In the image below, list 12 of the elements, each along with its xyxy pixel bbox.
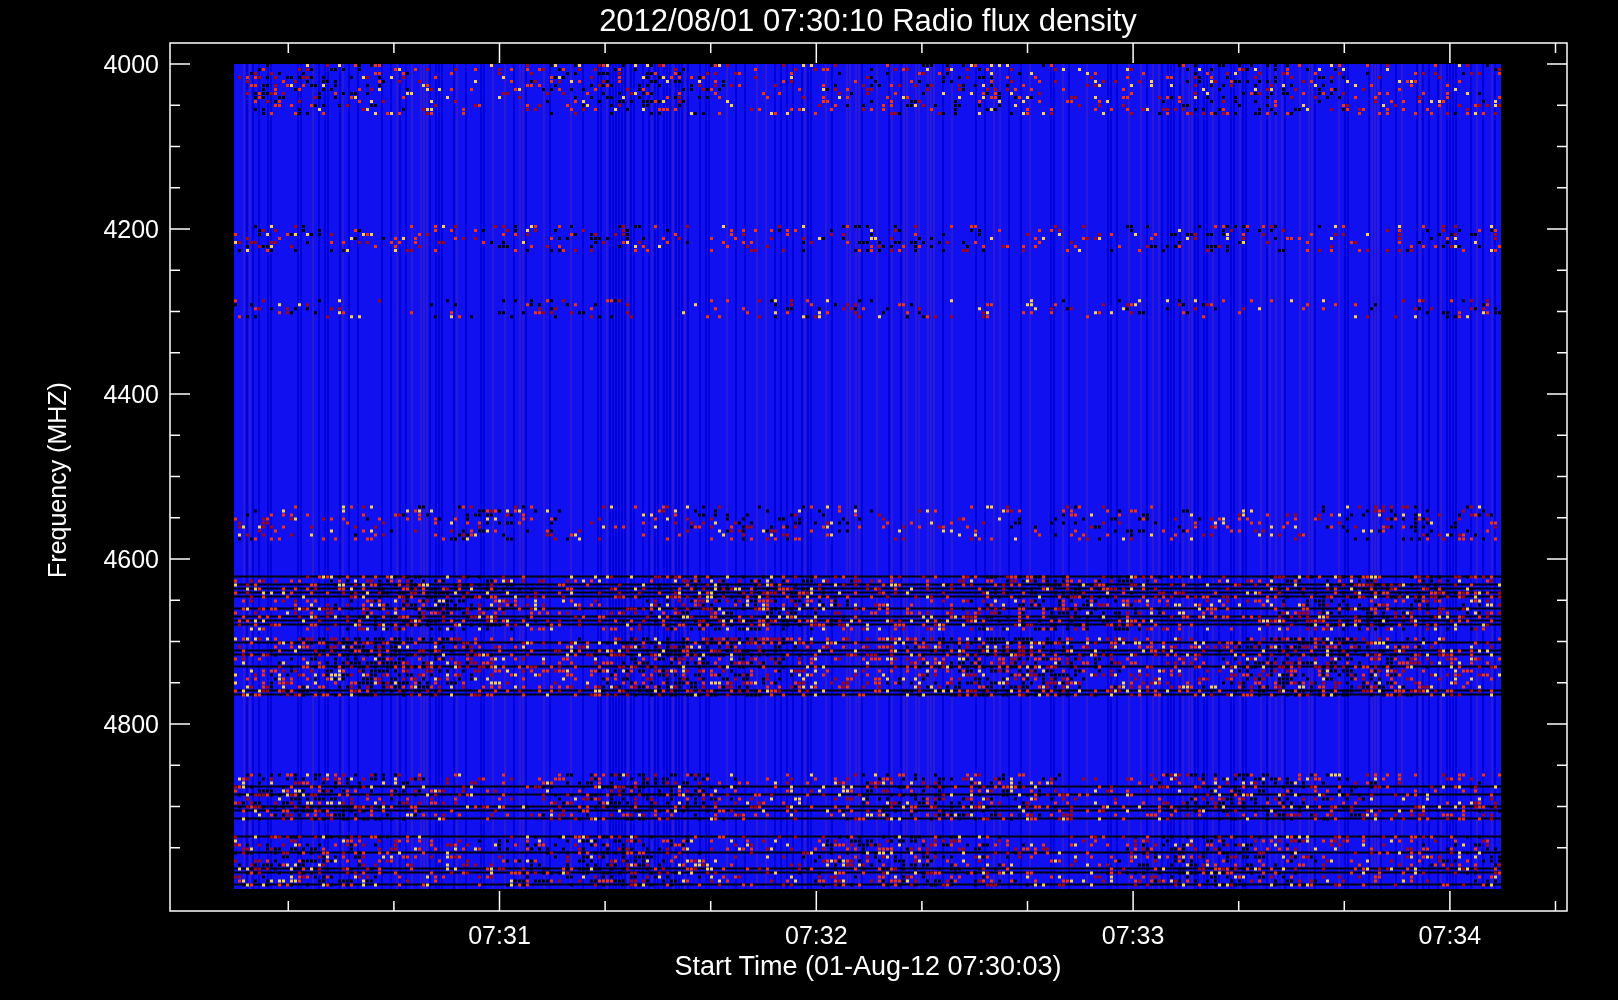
tick-label: 07:33 <box>1101 921 1165 949</box>
tick-label: 4600 <box>103 545 159 573</box>
tick-label: 4200 <box>103 215 159 243</box>
tick-label: 4000 <box>103 50 159 78</box>
tick-label: 4400 <box>103 380 159 408</box>
tick-label: 07:31 <box>468 921 531 949</box>
tick-label: 4800 <box>103 710 159 738</box>
plot-title: 2012/08/01 07:30:10 Radio flux density <box>599 3 1137 38</box>
axis-label: Frequency (MHZ) <box>43 382 71 578</box>
axis-label: Start Time (01-Aug-12 07:30:03) <box>674 951 1062 981</box>
tick-label: 07:34 <box>1418 921 1482 949</box>
tick-label: 07:32 <box>785 921 848 949</box>
